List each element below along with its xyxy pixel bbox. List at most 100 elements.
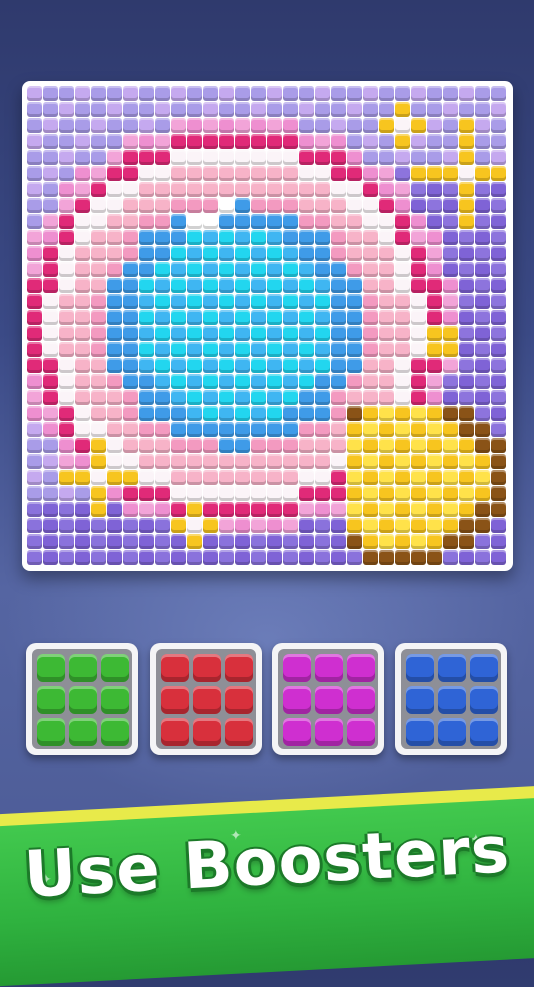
pixel-block	[491, 214, 506, 229]
pixel-block	[331, 550, 346, 565]
pixel-block	[155, 518, 170, 533]
pixel-block	[107, 310, 122, 325]
booster-block	[283, 654, 311, 682]
pixel-block	[475, 150, 490, 165]
pixel-block	[443, 262, 458, 277]
pixel-block	[395, 502, 410, 517]
pixel-block	[59, 470, 74, 485]
pixel-block	[267, 198, 282, 213]
pixel-block	[91, 150, 106, 165]
pixel-block	[171, 438, 186, 453]
pixel-block	[203, 86, 218, 101]
pixel-block	[411, 358, 426, 373]
pixel-block	[75, 326, 90, 341]
pixel-block	[123, 342, 138, 357]
pixel-block	[363, 518, 378, 533]
pixel-block	[283, 86, 298, 101]
pixel-block	[219, 422, 234, 437]
pixel-block	[43, 182, 58, 197]
pixel-block	[443, 198, 458, 213]
pixel-block	[459, 118, 474, 133]
pixel-block	[491, 326, 506, 341]
pixel-block	[443, 358, 458, 373]
pixel-block	[59, 374, 74, 389]
pixel-block	[443, 294, 458, 309]
puzzle-board[interactable]	[27, 86, 508, 566]
pixel-block	[43, 214, 58, 229]
pixel-block	[155, 86, 170, 101]
pixel-block	[59, 294, 74, 309]
green-block-booster[interactable]	[26, 643, 138, 755]
pixel-block	[155, 550, 170, 565]
pixel-block	[187, 134, 202, 149]
pixel-block	[203, 182, 218, 197]
pixel-block	[251, 310, 266, 325]
blue-block-booster[interactable]	[395, 643, 507, 755]
pixel-block	[459, 294, 474, 309]
pixel-block	[139, 310, 154, 325]
pixel-block	[123, 518, 138, 533]
pixel-block	[395, 230, 410, 245]
pixel-block	[187, 310, 202, 325]
pixel-block	[459, 326, 474, 341]
pixel-block	[331, 502, 346, 517]
pixel-block	[43, 262, 58, 277]
pixel-block	[475, 534, 490, 549]
magenta-block-booster[interactable]	[272, 643, 384, 755]
pixel-block	[411, 518, 426, 533]
pixel-block	[427, 486, 442, 501]
pixel-block	[59, 214, 74, 229]
pixel-block	[347, 182, 362, 197]
pixel-block	[395, 198, 410, 213]
pixel-block	[267, 102, 282, 117]
pixel-block	[171, 342, 186, 357]
pixel-block	[123, 294, 138, 309]
pixel-block	[491, 262, 506, 277]
pixel-block	[203, 230, 218, 245]
pixel-block	[395, 438, 410, 453]
pixel-block	[443, 86, 458, 101]
pixel-block	[171, 246, 186, 261]
pixel-block	[283, 230, 298, 245]
pixel-block	[475, 406, 490, 421]
pixel-block	[331, 150, 346, 165]
pixel-block	[331, 102, 346, 117]
pixel-block	[379, 150, 394, 165]
pixel-block	[203, 326, 218, 341]
pixel-block	[139, 182, 154, 197]
pixel-block	[171, 86, 186, 101]
pixel-block	[347, 310, 362, 325]
pixel-block	[395, 294, 410, 309]
pixel-block	[411, 246, 426, 261]
pixel-block	[75, 534, 90, 549]
pixel-block	[315, 470, 330, 485]
pixel-block	[443, 310, 458, 325]
pixel-block	[155, 294, 170, 309]
pixel-block	[347, 486, 362, 501]
pixel-block	[203, 246, 218, 261]
pixel-block	[283, 502, 298, 517]
booster-block	[406, 686, 434, 714]
pixel-block	[459, 262, 474, 277]
pixel-block	[331, 86, 346, 101]
pixel-block	[75, 358, 90, 373]
pixel-block	[123, 86, 138, 101]
pixel-block	[123, 470, 138, 485]
pixel-block	[395, 374, 410, 389]
pixel-block	[315, 278, 330, 293]
pixel-block	[363, 166, 378, 181]
pixel-block	[267, 182, 282, 197]
pixel-block	[395, 118, 410, 133]
pixel-block	[91, 134, 106, 149]
booster-block	[161, 654, 189, 682]
pixel-block	[139, 502, 154, 517]
pixel-block	[251, 486, 266, 501]
pixel-block	[267, 550, 282, 565]
pixel-block	[283, 278, 298, 293]
pixel-block	[251, 294, 266, 309]
red-block-booster[interactable]	[150, 643, 262, 755]
pixel-block	[75, 406, 90, 421]
pixel-block	[171, 230, 186, 245]
pixel-block	[363, 422, 378, 437]
pixel-block	[91, 438, 106, 453]
